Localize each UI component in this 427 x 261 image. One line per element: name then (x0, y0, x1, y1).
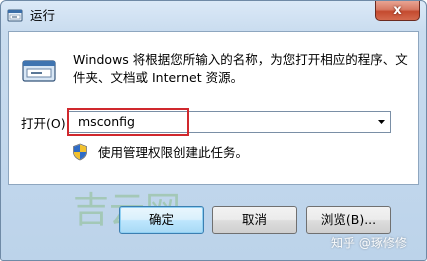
window-title: 运行 (30, 8, 56, 23)
chevron-down-icon[interactable] (373, 112, 390, 132)
annotation-highlight-box (67, 108, 189, 136)
description-text: Windows 将根据您所输入的名称，为您打开相应的程序、文件夹、文档或 Int… (73, 52, 408, 85)
browse-button[interactable]: 浏览(B)... (306, 206, 391, 234)
close-button[interactable]: x (375, 1, 420, 21)
ok-button[interactable]: 确定 (119, 206, 204, 234)
cancel-button[interactable]: 取消 (212, 206, 297, 234)
run-icon (22, 60, 56, 82)
close-icon: x (393, 3, 402, 18)
open-label: 打开(O): (21, 116, 70, 131)
dialog-content: Windows 将根据您所输入的名称，为您打开相应的程序、文件夹、文档或 Int… (8, 31, 419, 185)
run-app-icon (7, 9, 23, 22)
zhihu-watermark: 知乎 @琢修修 (331, 236, 407, 250)
run-dialog-window: 运行 x Windows 将根据您所输入的名称，为您打开相应的程序、文件夹、文档… (0, 0, 427, 261)
admin-note: 使用管理权限创建此任务。 (98, 145, 249, 160)
title-bar[interactable]: 运行 x (1, 1, 426, 31)
uac-shield-icon (73, 143, 87, 161)
